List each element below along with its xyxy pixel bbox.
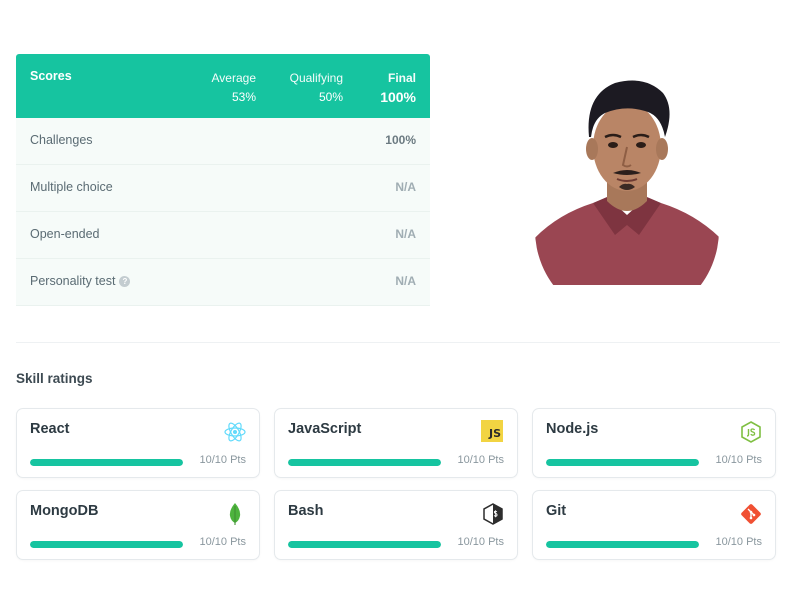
- mongodb-icon: [229, 503, 241, 525]
- final-value: 100%: [380, 89, 416, 105]
- help-icon[interactable]: ?: [119, 276, 131, 287]
- skill-card-javascript: JavaScript JS 10/10 Pts: [274, 408, 518, 478]
- skill-progress-bar: [30, 459, 183, 466]
- skill-name: JavaScript: [288, 421, 362, 437]
- skill-progress-fill: [288, 541, 441, 548]
- skill-progress-fill: [546, 541, 699, 548]
- skill-card-nodejs: Node.js 10/10 Pts: [532, 408, 776, 478]
- skill-points: 10/10 Pts: [715, 454, 762, 466]
- skill-progress-bar: [30, 541, 183, 548]
- bash-icon: [483, 503, 503, 525]
- skill-name: Bash: [288, 503, 324, 519]
- skill-progress-fill: [546, 459, 699, 466]
- skill-points: 10/10 Pts: [457, 536, 504, 548]
- final-label: Final: [387, 71, 416, 85]
- average-label: Average: [211, 71, 256, 85]
- skill-name: Git: [546, 503, 567, 519]
- score-row-challenges: Challenges 100%: [16, 118, 430, 165]
- score-row-label-wrap: Personality test?: [30, 274, 131, 288]
- score-row-label: Multiple choice: [30, 180, 113, 194]
- section-divider: [16, 342, 780, 343]
- skill-progress-bar: [546, 459, 699, 466]
- javascript-badge: JS: [481, 420, 503, 442]
- skill-progress-fill: [30, 459, 183, 466]
- skill-progress-bar: [288, 541, 441, 548]
- skill-progress-fill: [30, 541, 183, 548]
- scores-title: Scores: [30, 69, 72, 83]
- skill-card-react: React 10/10 Pts: [16, 408, 260, 478]
- score-row-value: N/A: [395, 274, 416, 288]
- javascript-icon: JS: [481, 420, 505, 444]
- skill-points: 10/10 Pts: [199, 454, 246, 466]
- avatar: [535, 80, 719, 285]
- score-row-label: Personality test: [30, 274, 116, 288]
- score-row-open-ended: Open-ended N/A: [16, 212, 430, 259]
- skill-name: MongoDB: [30, 503, 99, 519]
- qualifying-column: Qualifying 50%: [290, 69, 343, 107]
- average-column: Average 53%: [212, 69, 256, 107]
- score-row-personality-test: Personality test? N/A: [16, 259, 430, 306]
- git-icon: [741, 504, 761, 524]
- score-row-value: 100%: [385, 133, 416, 147]
- skill-card-mongodb: MongoDB 10/10 Pts: [16, 490, 260, 560]
- scores-table: Scores Average 53% Qualifying 50% Final …: [16, 54, 430, 306]
- nodejs-icon: [741, 421, 761, 443]
- qualifying-value: 50%: [318, 90, 343, 104]
- score-row-multiple-choice: Multiple choice N/A: [16, 165, 430, 212]
- react-icon: [224, 422, 246, 442]
- average-value: 53%: [231, 90, 256, 104]
- skill-card-git: Git 10/10 Pts: [532, 490, 776, 560]
- skill-points: 10/10 Pts: [457, 454, 504, 466]
- final-column: Final 100%: [380, 69, 416, 107]
- score-row-value: N/A: [395, 227, 416, 241]
- qualifying-label: Qualifying: [289, 71, 343, 85]
- skill-progress-fill: [288, 459, 441, 466]
- score-row-label: Open-ended: [30, 227, 100, 241]
- score-row-value: N/A: [395, 180, 416, 194]
- skills-title: Skill ratings: [16, 371, 93, 386]
- skill-name: Node.js: [546, 421, 599, 437]
- skill-points: 10/10 Pts: [199, 536, 246, 548]
- skill-name: React: [30, 421, 70, 437]
- skill-progress-bar: [288, 459, 441, 466]
- skill-progress-bar: [546, 541, 699, 548]
- skill-points: 10/10 Pts: [715, 536, 762, 548]
- score-row-label: Challenges: [30, 133, 93, 147]
- skill-card-bash: Bash 10/10 Pts: [274, 490, 518, 560]
- scores-header: Scores Average 53% Qualifying 50% Final …: [16, 54, 430, 118]
